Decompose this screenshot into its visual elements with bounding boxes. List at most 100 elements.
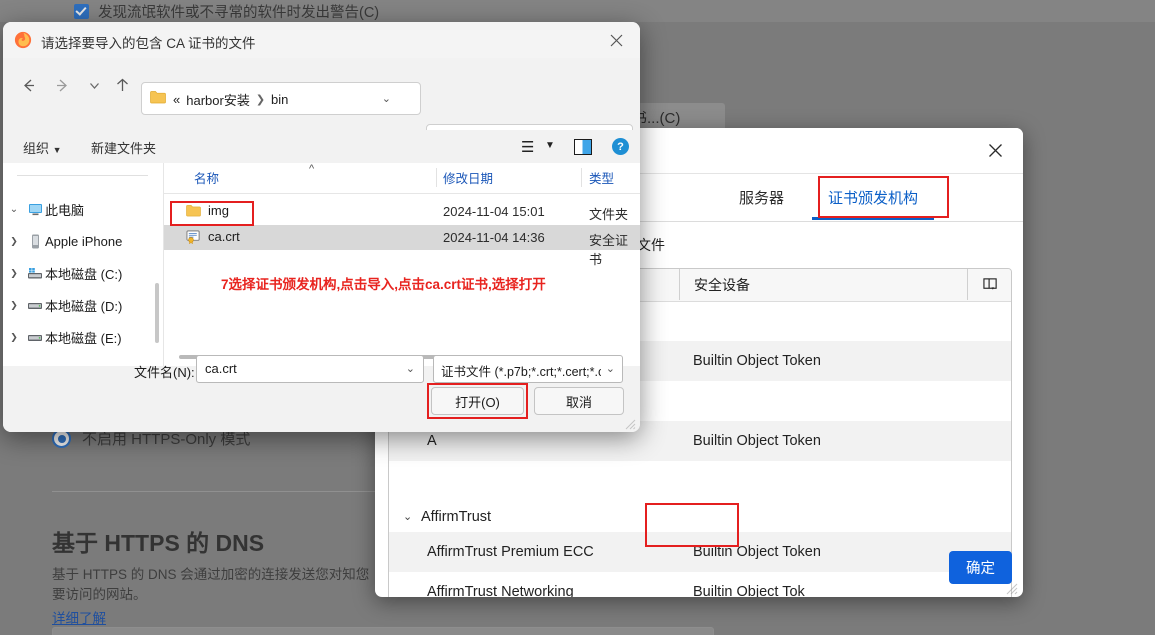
file-picker-toolbar: 组织 ▼ 新建文件夹 ☰ ▼ ? [3, 130, 640, 163]
cert-name: A [427, 433, 437, 449]
resize-grip-icon[interactable] [625, 419, 636, 430]
table-row[interactable] [389, 461, 1011, 501]
breadcrumb-item-2[interactable]: bin [271, 92, 288, 107]
annotation-text: 7选择证书颁发机构,点击导入,点击ca.crt证书,选择打开 [221, 277, 546, 292]
filetype-select[interactable]: 证书文件 (*.p7b;*.crt;*.cert;*.c ⌄ [433, 355, 623, 383]
list-item[interactable]: ca.crt 2024-11-04 14:36 安全证书 [164, 225, 640, 267]
chevron-down-icon[interactable]: ⌄ [406, 362, 415, 375]
certificate-icon [186, 230, 200, 244]
filename-label: 文件名(N): [134, 365, 195, 380]
disk-system-icon [25, 267, 45, 280]
sidebar-item-label: 本地磁盘 (E:) [45, 330, 122, 346]
column-header-type[interactable]: 类型 [589, 163, 614, 192]
chevron-down-icon[interactable]: ▼ [545, 140, 555, 151]
file-modified: 2024-11-04 15:01 [443, 204, 545, 219]
ok-button[interactable]: 确定 [949, 551, 1012, 584]
monitor-icon [25, 203, 45, 216]
help-icon[interactable]: ? [612, 138, 629, 155]
file-modified: 2024-11-04 14:36 [443, 230, 545, 245]
chevron-right-icon[interactable]: ❯ [3, 268, 25, 279]
malware-warning-checkbox-row[interactable]: 发现流氓软件或不寻常的软件时发出警告(C) [74, 1, 379, 22]
breadcrumb[interactable]: « harbor安装 ❯ bin [173, 90, 288, 109]
dns-provider-box[interactable] [52, 627, 714, 635]
phone-icon [25, 234, 45, 249]
filename-value: ca.crt [205, 361, 237, 376]
authorities-tab-highlight [818, 176, 949, 218]
chevron-right-icon[interactable]: ❯ [3, 332, 25, 343]
sidebar-item-this-pc[interactable]: ⌄ 此电脑 [3, 197, 84, 221]
column-separator [436, 168, 437, 187]
chevron-right-icon[interactable]: ❯ [3, 236, 25, 247]
cancel-button[interactable]: 取消 [534, 387, 624, 415]
tab-servers[interactable]: 服务器 [723, 174, 800, 220]
chevron-down-icon: ⌄ [403, 511, 413, 523]
file-picker-navbar: « harbor安装 ❯ bin ⌄ 在 bin 中搜索 [3, 58, 640, 157]
filename-input[interactable]: ca.crt ⌄ [196, 355, 424, 383]
file-name-cell: ca.crt [186, 229, 240, 244]
dns-over-https-description: 基于 HTTPS 的 DNS 会通过加密的连接发送您对知您要访问的网站。 [52, 567, 370, 602]
column-separator [581, 168, 582, 187]
sidebar-item-label: 此电脑 [45, 202, 85, 218]
list-view-icon[interactable]: ☰ [521, 138, 534, 156]
organize-label: 组织 [23, 141, 50, 156]
table-row[interactable]: AffirmTrust Networking Builtin Object To… [389, 572, 1011, 597]
firefox-icon [14, 31, 32, 49]
cert-group-label: AffirmTrust [421, 508, 492, 525]
new-folder-button[interactable]: 新建文件夹 [91, 138, 156, 157]
malware-warning-checkbox[interactable] [74, 4, 89, 19]
security-device-column-header[interactable]: 安全设备 [679, 269, 967, 300]
address-bar[interactable]: « harbor安装 ❯ bin ⌄ [141, 82, 421, 115]
dns-over-https-heading: 基于 HTTPS 的 DNS [52, 530, 265, 556]
cert-name: AffirmTrust Networking [427, 584, 574, 597]
preview-pane-icon[interactable] [574, 139, 592, 155]
cert-device: Builtin Object Token [693, 353, 821, 369]
file-picker-sidebar[interactable]: ⌄ 此电脑 ❯ Apple iPhone ❯ 本地磁盘 (C:) ❯ 本地磁盘 … [3, 163, 163, 366]
arrow-up-icon[interactable] [109, 72, 135, 98]
sidebar-item-label: Apple iPhone [45, 233, 123, 249]
file-list-header: ^ 名称 修改日期 类型 [164, 163, 640, 194]
sidebar-item-label: 本地磁盘 (D:) [45, 298, 123, 314]
resize-grip-icon[interactable] [1006, 583, 1018, 595]
close-icon[interactable] [602, 28, 630, 52]
column-options-icon[interactable] [967, 269, 1011, 300]
chevron-down-icon[interactable]: ⌄ [606, 362, 615, 375]
sidebar-item-apple-iphone[interactable]: ❯ Apple iPhone [3, 229, 122, 253]
sidebar-item-disk-c[interactable]: ❯ 本地磁盘 (C:) [3, 261, 122, 285]
file-picker-title: 请选择要导入的包含 CA 证书的文件 [41, 36, 256, 51]
sidebar-item-disk-d[interactable]: ❯ 本地磁盘 (D:) [3, 293, 122, 317]
chevron-down-icon: ▼ [52, 145, 62, 155]
arrow-right-icon[interactable] [49, 72, 75, 98]
sidebar-item-label: 本地磁盘 (C:) [45, 266, 123, 282]
sidebar-item-disk-e[interactable]: ❯ 本地磁盘 (E:) [3, 325, 122, 349]
cert-device: Builtin Object Token [693, 433, 821, 449]
file-name: ca.crt [208, 229, 240, 244]
organize-button[interactable]: 组织 ▼ [23, 138, 62, 157]
ca-crt-highlight [170, 201, 254, 226]
column-header-modified[interactable]: 修改日期 [443, 163, 493, 192]
file-picker-titlebar: 请选择要导入的包含 CA 证书的文件 [3, 22, 640, 58]
folder-icon [150, 91, 166, 104]
chevron-down-icon[interactable] [81, 72, 107, 98]
sort-ascending-icon: ^ [309, 163, 315, 175]
chevron-right-icon: ❯ [255, 94, 266, 106]
breadcrumb-item-1[interactable]: harbor安装 [186, 90, 250, 109]
chevron-down-icon[interactable]: ⌄ [382, 92, 391, 105]
disk-icon [25, 331, 45, 344]
open-button-highlight [427, 383, 528, 419]
close-icon[interactable] [982, 137, 1009, 164]
learn-more-link[interactable]: 详细了解 [52, 607, 106, 627]
import-button-highlight [645, 503, 739, 547]
arrow-left-icon[interactable] [15, 72, 41, 98]
column-header-name[interactable]: 名称 [194, 163, 219, 192]
file-type: 安全证书 [589, 233, 629, 267]
chevron-right-icon[interactable]: ❯ [3, 300, 25, 311]
sidebar-scrollbar[interactable] [155, 283, 159, 343]
sidebar-divider [17, 175, 148, 176]
chevron-down-icon[interactable]: ⌄ [3, 204, 25, 215]
disk-icon [25, 299, 45, 312]
cert-group-name: ⌄ AffirmTrust [403, 509, 491, 525]
cert-name: AffirmTrust Premium ECC [427, 544, 594, 560]
breadcrumb-prefix: « [173, 92, 181, 107]
file-list[interactable]: ^ 名称 修改日期 类型 img 2024-11-04 15:01 文件夹 ca… [164, 163, 640, 366]
cert-device: Builtin Object Tok [693, 584, 805, 597]
